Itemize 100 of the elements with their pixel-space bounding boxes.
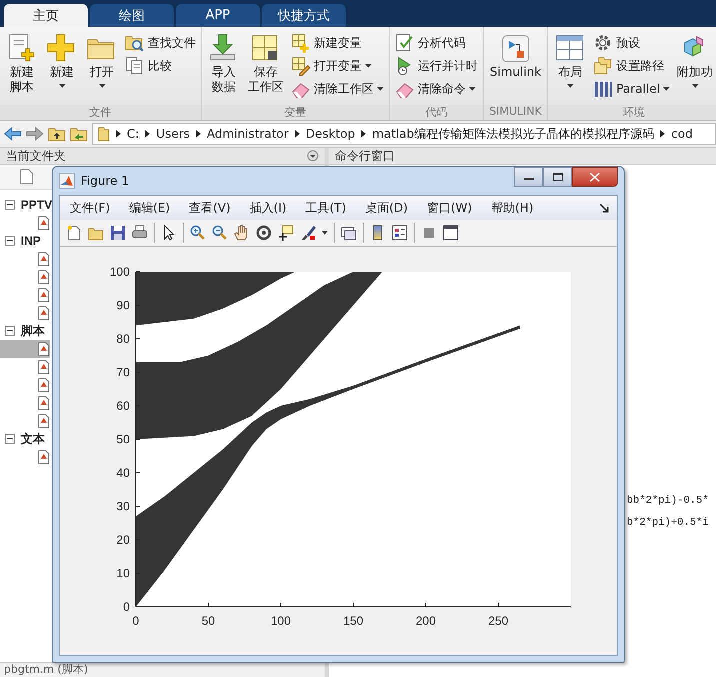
pan-hand-icon[interactable] — [234, 225, 250, 241]
path-segment[interactable]: Users — [156, 127, 190, 141]
file-icon — [38, 414, 50, 428]
y-tick-label: 20 — [116, 533, 130, 547]
toolstrip-button[interactable]: 运行并计时 — [393, 56, 480, 76]
y-tick-label: 90 — [116, 298, 130, 312]
path-segment[interactable]: Desktop — [306, 127, 356, 141]
minimize-button[interactable] — [514, 167, 543, 187]
toolstrip-button[interactable]: 新建 — [43, 31, 81, 105]
file-icon — [38, 396, 50, 410]
square-icon[interactable] — [421, 225, 437, 241]
collapse-icon[interactable] — [5, 434, 15, 444]
brush-icon[interactable] — [300, 225, 316, 241]
collapse-icon[interactable] — [5, 326, 15, 336]
toolstrip-button[interactable]: 预设 — [591, 33, 672, 53]
toolstrip-button[interactable]: 清除命令 — [393, 79, 480, 99]
dropdown-circle-icon[interactable] — [307, 150, 319, 162]
toolstrip-button[interactable]: 分析代码 — [393, 33, 480, 53]
new-file-icon[interactable] — [66, 225, 82, 241]
grid-plus-icon — [291, 33, 311, 53]
ribbon-tab[interactable]: 绘图 — [90, 4, 174, 27]
save-icon[interactable] — [110, 225, 126, 241]
menu-item[interactable]: 插入(I) — [250, 200, 287, 216]
toolstrip-button[interactable]: 布局 — [551, 31, 590, 105]
back-arrow-icon[interactable] — [4, 127, 22, 141]
file-row[interactable] — [0, 340, 50, 358]
chevron-right-icon — [361, 130, 366, 138]
window-title: Figure 1 — [81, 174, 130, 188]
y-tick-label: 100 — [110, 265, 130, 279]
toolstrip-button[interactable]: 附加功 — [674, 31, 716, 105]
x-tick-label: 150 — [343, 614, 364, 628]
toolstrip-button[interactable]: 设置路径 — [591, 56, 672, 76]
toolstrip-button[interactable]: 保存 工作区 — [245, 31, 287, 105]
address-field[interactable]: C: Users Administrator Desktop matlab编程传输矩阵法模拟光子晶体的模拟程序源码 cod — [92, 123, 716, 145]
print-icon[interactable] — [132, 225, 148, 241]
chevron-right-icon — [145, 130, 150, 138]
ribbon-tab[interactable]: APP — [176, 4, 260, 27]
x-tick-label: 100 — [270, 614, 292, 628]
ribbon-tab[interactable]: 快捷方式 — [262, 4, 346, 27]
toolstrip-button[interactable]: Parallel — [591, 79, 672, 99]
menu-item[interactable]: 工具(T) — [306, 200, 346, 216]
data-cursor-icon[interactable] — [278, 225, 294, 241]
chevron-right-icon — [294, 130, 300, 138]
x-tick-label: 200 — [416, 614, 436, 628]
group-label: 文件 — [0, 105, 201, 120]
maximize-button[interactable] — [543, 167, 572, 187]
document-icon[interactable] — [20, 169, 34, 185]
grid-pencil-icon — [291, 56, 311, 76]
menu-item[interactable]: 窗口(W) — [427, 200, 472, 216]
path-segment[interactable]: matlab编程传输矩阵法模拟光子晶体的模拟程序源码 — [372, 126, 654, 142]
dock-arrow-icon[interactable] — [600, 204, 609, 212]
dock-window-icon[interactable] — [443, 225, 459, 241]
group-label: 环境 — [548, 105, 716, 120]
file-icon — [38, 360, 50, 374]
zoom-out-icon[interactable] — [212, 225, 228, 241]
file-icon — [38, 306, 50, 320]
folder-up-icon[interactable] — [48, 126, 66, 142]
compare-documents-icon — [125, 56, 145, 76]
tree-group-label[interactable]: INP — [21, 234, 42, 248]
toolstrip-button[interactable]: 新建 脚本 — [3, 31, 41, 105]
chevron-right-icon — [196, 130, 202, 138]
menu-item[interactable]: 帮助(H) — [491, 200, 534, 216]
y-tick-label: 10 — [116, 566, 130, 580]
document-check-icon — [395, 33, 415, 53]
toolstrip-button[interactable]: 打开变量 — [289, 56, 386, 76]
toolstrip-button[interactable]: 比较 — [123, 56, 198, 76]
path-segment[interactable]: Administrator — [207, 127, 289, 141]
x-tick-label: 0 — [132, 614, 140, 628]
collapse-icon[interactable] — [5, 200, 15, 210]
parallel-bars-icon — [593, 79, 614, 99]
ribbon-tab[interactable]: 主页 — [4, 4, 88, 27]
chevron-right-icon — [116, 130, 121, 138]
folder-arrow-icon[interactable] — [70, 126, 88, 142]
file-icon — [38, 288, 50, 302]
caret-icon[interactable] — [322, 231, 328, 235]
toolstrip-button[interactable]: Simulink — [487, 31, 544, 105]
menu-item[interactable]: 编辑(E) — [129, 200, 170, 216]
file-icon — [38, 450, 50, 464]
collapse-icon[interactable] — [5, 236, 15, 246]
menu-item[interactable]: 桌面(D) — [365, 200, 408, 216]
toolstrip-button[interactable]: 导入 数据 — [205, 31, 243, 105]
zoom-in-icon[interactable] — [190, 225, 206, 241]
file-icon — [38, 342, 50, 356]
tree-group-label[interactable]: 文本 — [21, 430, 45, 448]
tree-group-label[interactable]: PPTV — [21, 198, 52, 212]
link-plot-icon[interactable] — [341, 225, 357, 241]
tree-group-label[interactable]: 脚本 — [21, 322, 45, 340]
menu-item[interactable]: 查看(V) — [189, 200, 231, 216]
toolstrip-button[interactable]: 查找文件 — [123, 33, 198, 53]
close-button[interactable] — [572, 167, 618, 187]
x-tick-label: 250 — [488, 614, 509, 628]
menu-item[interactable]: 文件(F) — [70, 200, 110, 216]
toolstrip-button[interactable]: 新建变量 — [289, 33, 386, 53]
y-tick-label: 70 — [116, 366, 130, 380]
path-segment[interactable]: cod — [671, 127, 693, 141]
toolstrip-button[interactable]: 打开 — [83, 31, 121, 105]
path-segment[interactable]: C: — [127, 127, 140, 141]
legend-icon[interactable] — [392, 225, 408, 241]
y-tick-label: 40 — [116, 466, 130, 480]
toolstrip-button[interactable]: 清除工作区 — [289, 79, 386, 99]
